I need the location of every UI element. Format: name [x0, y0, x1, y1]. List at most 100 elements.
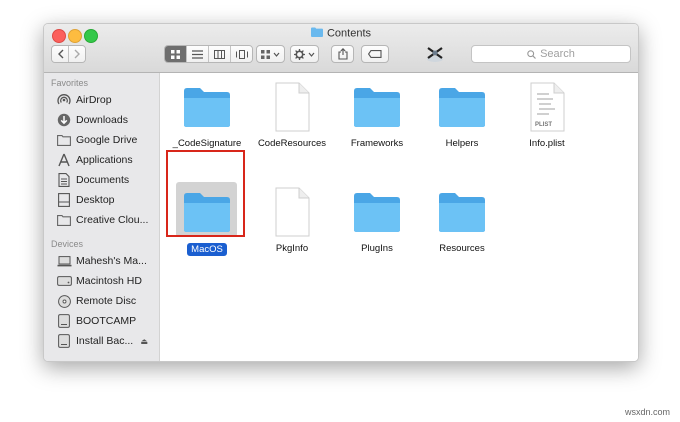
column-view-button[interactable]: [209, 46, 231, 62]
search-placeholder: Search: [540, 48, 575, 60]
file-item-frameworks[interactable]: Frameworks: [335, 78, 419, 149]
toolbar: Contents Search: [44, 24, 638, 73]
annotation-highlight-box: [166, 150, 245, 237]
window-title: Contents: [44, 27, 638, 40]
sidebar-item-google-drive[interactable]: Google Drive: [56, 131, 160, 149]
applications-icon: [56, 153, 72, 167]
sidebar-item-bootcamp[interactable]: BOOTCAMP: [56, 312, 160, 330]
downloads-icon: [56, 113, 72, 127]
search-icon: [527, 49, 536, 59]
sidebar-item-applications[interactable]: Applications: [56, 151, 160, 169]
chevron-down-icon: [273, 52, 280, 57]
folder-icon: [439, 88, 485, 127]
file-label: Frameworks: [350, 138, 404, 149]
view-mode-control: [164, 45, 253, 63]
sidebar-item-desktop[interactable]: Desktop: [56, 191, 160, 209]
sidebar-item-label: Applications: [76, 154, 133, 166]
file-label: _CodeSignature: [172, 138, 242, 149]
sidebar-item-label: Macintosh HD: [76, 275, 142, 287]
folder-icon: [439, 193, 485, 232]
sidebar: Favorites AirDrop Downloads Google Drive…: [44, 73, 160, 361]
sidebar-item-label: Documents: [76, 174, 130, 186]
documents-icon: [56, 173, 72, 187]
file-item-info-plist[interactable]: PLIST Info.plist: [505, 78, 589, 149]
gear-icon: [294, 48, 305, 60]
action-button[interactable]: [290, 45, 319, 63]
sidebar-item-label: Google Drive: [76, 134, 138, 146]
history-nav: [51, 45, 86, 63]
search-input[interactable]: Search: [471, 45, 631, 63]
sidebar-item-label: Mahesh's Ma...: [76, 255, 147, 267]
list-view-button[interactable]: [187, 46, 209, 62]
columns-icon: [214, 49, 225, 59]
file-label-selected[interactable]: MacOS: [187, 243, 227, 256]
edit-tags-button[interactable]: [361, 45, 389, 63]
sidebar-item-downloads[interactable]: Downloads: [56, 111, 160, 129]
grid-icon: [261, 49, 270, 59]
drive-icon: [56, 314, 72, 328]
file-label: PkgInfo: [275, 243, 309, 254]
sidebar-item-creative-cloud[interactable]: Creative Clou...: [56, 211, 160, 229]
file-item-helpers[interactable]: Helpers: [420, 78, 504, 149]
folder-icon: [56, 133, 72, 147]
forward-button[interactable]: [69, 46, 85, 62]
file-item-codesignature[interactable]: _CodeSignature: [165, 78, 249, 149]
laptop-icon: [56, 254, 72, 268]
sidebar-item-label: Downloads: [76, 114, 128, 126]
chevron-right-icon: [74, 49, 80, 59]
airdrop-icon: [56, 93, 72, 107]
icon-view-button[interactable]: [165, 46, 187, 62]
document-icon: [275, 187, 310, 237]
folder-icon: [184, 88, 230, 127]
share-button[interactable]: [331, 45, 354, 63]
file-label: Resources: [439, 243, 485, 254]
sidebar-item-airdrop[interactable]: AirDrop: [56, 91, 160, 109]
cover-flow-icon: [235, 49, 248, 59]
sidebar-item-macintosh-hd[interactable]: Macintosh HD: [56, 272, 160, 290]
sidebar-item-label: BOOTCAMP: [76, 315, 137, 327]
folder-icon: [354, 193, 400, 232]
document-icon: [275, 82, 310, 132]
share-icon: [337, 48, 348, 60]
file-label: CodeResources: [257, 138, 327, 149]
sidebar-item-documents[interactable]: Documents: [56, 171, 160, 189]
folder-icon: [56, 213, 72, 227]
finder-window: Contents Search Favorites AirDrop Downlo…: [43, 23, 639, 362]
arrange-button[interactable]: [256, 45, 285, 63]
scissors-tool-icon: [427, 47, 443, 62]
sidebar-item-macbook[interactable]: Mahesh's Ma...: [56, 252, 160, 270]
chevron-left-icon: [57, 49, 63, 59]
screenshot-app-icon[interactable]: [424, 43, 446, 65]
chevron-down-icon: [308, 52, 315, 57]
cover-flow-button[interactable]: [231, 46, 252, 62]
file-label: Helpers: [445, 138, 479, 149]
favorites-heading: Favorites: [51, 78, 89, 88]
window-title-text: Contents: [326, 27, 372, 40]
list-icon: [192, 49, 203, 59]
sidebar-item-label: Install Bac...: [76, 335, 134, 347]
folder-icon: [354, 88, 400, 127]
watermark: wsxdn.com: [624, 407, 670, 417]
plist-badge: PLIST: [535, 122, 553, 128]
sidebar-item-label: Desktop: [76, 194, 115, 206]
desktop-icon: [56, 193, 72, 207]
back-button[interactable]: [52, 46, 69, 62]
sidebar-item-remote-disc[interactable]: Remote Disc: [56, 292, 160, 310]
folder-icon: [310, 27, 323, 40]
sidebar-item-label: Remote Disc: [76, 295, 137, 307]
hard-drive-icon: [56, 274, 72, 288]
tag-icon: [368, 50, 382, 58]
drive-icon: [56, 334, 72, 348]
sidebar-item-install-backup[interactable]: Install Bac... ⏏: [56, 332, 160, 350]
eject-icon[interactable]: ⏏: [140, 337, 148, 346]
grid-icon: [171, 49, 180, 59]
file-item-coderesources[interactable]: CodeResources: [250, 78, 334, 149]
devices-heading: Devices: [51, 239, 84, 249]
sidebar-item-label: Creative Clou...: [76, 214, 149, 226]
file-item-pkginfo[interactable]: PkgInfo: [250, 183, 334, 254]
file-item-resources[interactable]: Resources: [420, 183, 504, 254]
file-label: Info.plist: [529, 138, 565, 149]
file-label: PlugIns: [361, 243, 393, 254]
file-item-plugins[interactable]: PlugIns: [335, 183, 419, 254]
sidebar-item-label: AirDrop: [76, 94, 112, 106]
